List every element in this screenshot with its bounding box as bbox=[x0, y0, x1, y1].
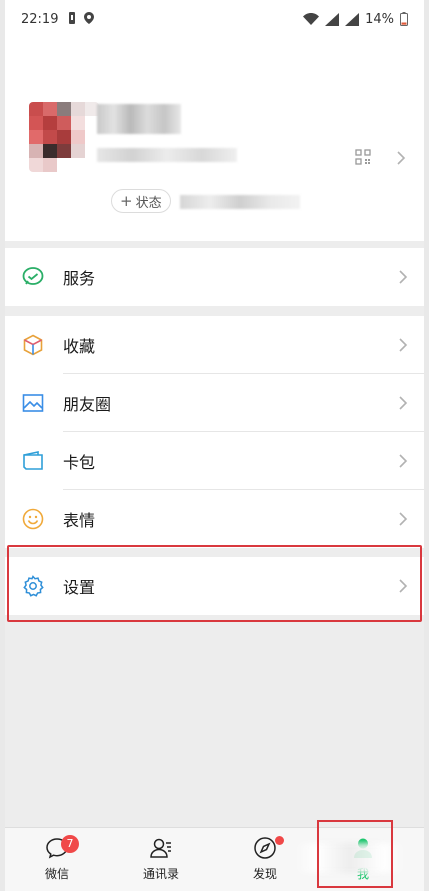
menu-item-cards[interactable]: 卡包 bbox=[5, 432, 424, 490]
settings-group: 设置 bbox=[5, 557, 424, 615]
wifi-icon bbox=[303, 13, 320, 25]
chevron-right-icon bbox=[398, 337, 408, 353]
gear-icon bbox=[22, 575, 44, 597]
service-group: 服务 bbox=[5, 248, 424, 306]
tab-chats[interactable]: 7 微信 bbox=[17, 828, 97, 891]
menu-item-settings[interactable]: 设置 bbox=[5, 557, 424, 615]
unread-badge: 7 bbox=[61, 835, 79, 853]
location-icon bbox=[84, 11, 95, 27]
avatar[interactable] bbox=[29, 102, 99, 172]
status-time: 22:19 bbox=[21, 11, 59, 27]
nickname-blurred bbox=[97, 104, 181, 134]
menu-label-moments: 朋友圈 bbox=[63, 395, 112, 414]
app-frame: 22:19 14% + 状态 服务 收藏 朋友圈 卡包 表情 设置 7 微信 通… bbox=[5, 0, 424, 891]
status-text-blurred bbox=[180, 195, 300, 209]
tab-contacts[interactable]: 通讯录 bbox=[121, 828, 201, 891]
signal-icon-2 bbox=[345, 12, 360, 26]
menu-label-service: 服务 bbox=[63, 269, 96, 288]
menu-label-stickers: 表情 bbox=[63, 511, 96, 530]
menu-item-favorites[interactable]: 收藏 bbox=[5, 316, 424, 374]
add-status-button[interactable]: + 状态 bbox=[111, 189, 171, 213]
chevron-right-icon bbox=[398, 453, 408, 469]
chevron-right-icon bbox=[398, 395, 408, 411]
notification-icon bbox=[68, 11, 76, 27]
tab-label-discover: 发现 bbox=[252, 867, 277, 881]
menu-item-moments[interactable]: 朋友圈 bbox=[5, 374, 424, 432]
wechat-id-blurred bbox=[97, 148, 237, 162]
compass-icon bbox=[253, 836, 277, 860]
menu-label-cards: 卡包 bbox=[63, 453, 96, 472]
profile-chevron-icon bbox=[396, 150, 406, 166]
contacts-icon bbox=[149, 836, 173, 860]
cube-icon bbox=[22, 334, 44, 356]
smile-icon bbox=[22, 508, 44, 530]
menu-item-stickers[interactable]: 表情 bbox=[5, 490, 424, 548]
discover-dot bbox=[275, 836, 284, 845]
tab-label-chats: 微信 bbox=[44, 867, 69, 881]
tab-discover[interactable]: 发现 bbox=[225, 828, 305, 891]
tab-label-contacts: 通讯录 bbox=[142, 867, 179, 881]
main-menu-group: 收藏 朋友圈 卡包 表情 bbox=[5, 316, 424, 548]
signal-icon bbox=[325, 12, 340, 26]
image-icon bbox=[22, 392, 44, 414]
status-bar: 22:19 14% bbox=[5, 0, 424, 38]
chevron-right-icon bbox=[398, 511, 408, 527]
menu-label-settings: 设置 bbox=[63, 578, 96, 597]
qr-code-icon[interactable] bbox=[355, 149, 371, 165]
chevron-right-icon bbox=[398, 269, 408, 285]
battery-icon bbox=[400, 12, 408, 26]
tab-blur-overlay bbox=[295, 843, 405, 873]
service-icon bbox=[22, 266, 44, 288]
menu-label-favorites: 收藏 bbox=[63, 337, 96, 356]
wallet-icon bbox=[22, 450, 44, 472]
menu-item-service[interactable]: 服务 bbox=[5, 248, 424, 306]
battery-percent: 14% bbox=[365, 11, 394, 27]
status-label: 状态 bbox=[135, 195, 162, 211]
chevron-right-icon bbox=[398, 578, 408, 594]
plus-icon: + bbox=[120, 192, 133, 210]
profile-card[interactable]: + 状态 bbox=[5, 38, 424, 241]
